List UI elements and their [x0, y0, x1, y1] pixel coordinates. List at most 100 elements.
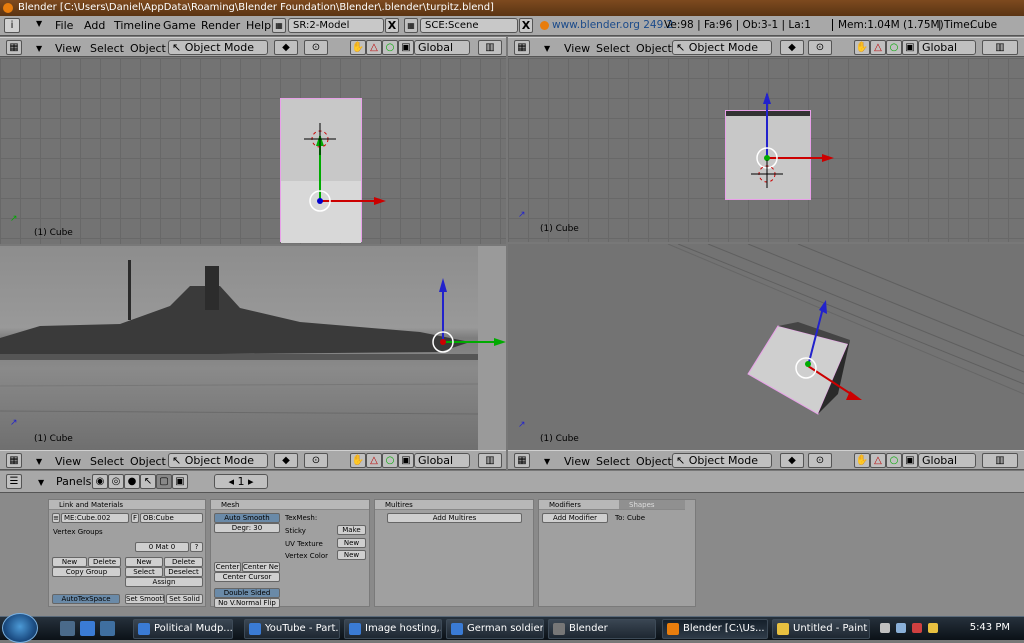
logic-context-icon[interactable]: ◉ [92, 474, 108, 489]
rotate-icon[interactable]: ○ [886, 453, 902, 468]
menu-add[interactable]: Add [84, 19, 105, 32]
mesh-name-field[interactable]: ME:Cube.002 [61, 513, 129, 523]
collapse-menu-icon[interactable]: ▼ [36, 19, 42, 28]
scale-icon[interactable]: ▣ [398, 453, 414, 468]
menu-object[interactable]: Object [130, 42, 166, 55]
editor-type-3dview-icon[interactable]: ▦ [6, 453, 22, 468]
show-desktop-icon[interactable] [60, 621, 75, 636]
layers-icon[interactable]: ▥ [982, 453, 1018, 468]
rotate-icon[interactable]: ○ [886, 40, 902, 55]
manipulator-hand-icon[interactable]: ✋ [854, 40, 870, 55]
vgroup-delete-button[interactable]: Delete [88, 557, 121, 567]
center-cursor-button[interactable]: Center Cursor [214, 572, 280, 582]
screen-delete-button[interactable]: X [385, 18, 399, 33]
vgroup-new-button[interactable]: New [52, 557, 87, 567]
scene-delete-button[interactable]: X [519, 18, 533, 33]
layers-icon[interactable]: ▥ [478, 453, 502, 468]
scale-icon[interactable]: ▣ [902, 40, 918, 55]
mesh-browse-button[interactable]: ≡ [52, 513, 60, 523]
pivot-icon[interactable]: ⊙ [808, 40, 832, 55]
shading-context-icon[interactable]: ● [124, 474, 140, 489]
viewport-bottom-left[interactable]: ↗ (1) Cube [0, 246, 506, 450]
menu-timeline[interactable]: Timeline [114, 19, 161, 32]
mode-selector[interactable]: ↖ Object Mode [168, 40, 268, 55]
collapse-icon[interactable]: ▼ [544, 457, 550, 466]
manipulator-hand-icon[interactable]: ✋ [854, 453, 870, 468]
fake-user-toggle[interactable]: F [131, 513, 139, 523]
editor-type-3dview-icon[interactable]: ▦ [6, 40, 22, 55]
manipulator-hand-icon[interactable]: ✋ [350, 40, 366, 55]
taskbar-item[interactable]: Untitled - Paint [772, 619, 870, 639]
taskbar-clock[interactable]: 5:43 PM [970, 622, 1010, 633]
scene-selector[interactable]: SCE:Scene [420, 18, 518, 33]
double-sided-toggle[interactable]: Double Sided [214, 588, 280, 598]
collapse-icon[interactable]: ▼ [544, 44, 550, 53]
set-solid-button[interactable]: Set Solid [166, 594, 203, 604]
pivot-icon[interactable]: ⊙ [304, 40, 328, 55]
menu-select[interactable]: Select [596, 455, 630, 468]
pivot-icon[interactable]: ⊙ [304, 453, 328, 468]
transform-manipulator[interactable] [0, 58, 506, 244]
tray-app-icon[interactable] [928, 623, 938, 633]
editor-type-3dview-icon[interactable]: ▦ [514, 453, 530, 468]
menu-view[interactable]: View [55, 42, 81, 55]
screen-browse-icon[interactable]: ▦ [272, 18, 286, 33]
scale-icon[interactable]: ▣ [398, 40, 414, 55]
editor-type-buttons-icon[interactable]: ☰ [6, 474, 22, 489]
menu-help[interactable]: Help [246, 19, 271, 32]
switch-windows-icon[interactable] [100, 621, 115, 636]
uv-texture-new-button[interactable]: New [337, 538, 366, 548]
menu-game[interactable]: Game [163, 19, 196, 32]
menu-view[interactable]: View [564, 42, 590, 55]
collapse-icon[interactable]: ▼ [36, 44, 42, 53]
sticky-make-button[interactable]: Make [337, 525, 366, 535]
auto-smooth-toggle[interactable]: Auto Smooth [214, 513, 280, 523]
center-new-button[interactable]: Center New [242, 562, 280, 572]
screen-selector[interactable]: SR:2-Model [288, 18, 384, 33]
script-context-icon[interactable]: ◎ [108, 474, 124, 489]
scene-browse-icon[interactable]: ▦ [404, 18, 418, 33]
menu-object[interactable]: Object [130, 455, 166, 468]
orientation-selector[interactable]: Global [414, 453, 470, 468]
panels-menu[interactable]: Panels [56, 475, 91, 488]
pivot-icon[interactable]: ⊙ [808, 453, 832, 468]
orientation-selector[interactable]: Global [918, 40, 976, 55]
menu-object[interactable]: Object [636, 42, 672, 55]
draw-type-icon[interactable]: ◆ [780, 453, 804, 468]
center-button[interactable]: Center [214, 562, 241, 572]
autotexspace-toggle[interactable]: AutoTexSpace [52, 594, 120, 604]
transform-manipulator[interactable] [508, 58, 1024, 242]
degr-field[interactable]: Degr: 30 [214, 523, 280, 533]
scale-icon[interactable]: ▣ [902, 453, 918, 468]
manipulator-hand-icon[interactable]: ✋ [350, 453, 366, 468]
orientation-selector[interactable]: Global [414, 40, 470, 55]
taskbar-item[interactable]: YouTube - Part... [244, 619, 340, 639]
taskbar-item[interactable]: Blender [C:\Us... [662, 619, 768, 639]
draw-type-icon[interactable]: ◆ [274, 453, 298, 468]
shapes-tab[interactable]: Shapes [619, 500, 685, 510]
scene-context-icon[interactable]: ▣ [172, 474, 188, 489]
taskbar-item[interactable]: Political Mudp... [133, 619, 233, 639]
editing-context-icon[interactable]: ▢ [156, 474, 172, 489]
vertex-color-new-button[interactable]: New [337, 550, 366, 560]
material-index-field[interactable]: 0 Mat 0 [135, 542, 189, 552]
tray-security-icon[interactable] [912, 623, 922, 633]
material-new-button[interactable]: New [125, 557, 163, 567]
material-delete-button[interactable]: Delete [164, 557, 203, 567]
taskbar-item[interactable]: Image hosting,... [344, 619, 442, 639]
object-name-field[interactable]: OB:Cube [140, 513, 203, 523]
mode-selector[interactable]: ↖ Object Mode [168, 453, 268, 468]
menu-view[interactable]: View [55, 455, 81, 468]
add-modifier-button[interactable]: Add Modifier [542, 513, 608, 523]
material-help-button[interactable]: ? [190, 542, 203, 552]
menu-file[interactable]: File [55, 19, 73, 32]
viewport-top-right[interactable]: ↗ (1) Cube [508, 58, 1024, 242]
rotate-icon[interactable]: ○ [382, 40, 398, 55]
tray-volume-icon[interactable] [896, 623, 906, 633]
editor-type-3dview-icon[interactable]: ▦ [514, 40, 530, 55]
viewport-top-left[interactable]: ↗ (1) Cube [0, 58, 506, 244]
viewport-bottom-right[interactable]: ↗ (1) Cube [508, 244, 1024, 450]
no-vnormal-flip-toggle[interactable]: No V.Normal Flip [214, 598, 280, 608]
translate-icon[interactable]: △ [366, 453, 382, 468]
panel-header[interactable]: Mesh [211, 500, 369, 510]
